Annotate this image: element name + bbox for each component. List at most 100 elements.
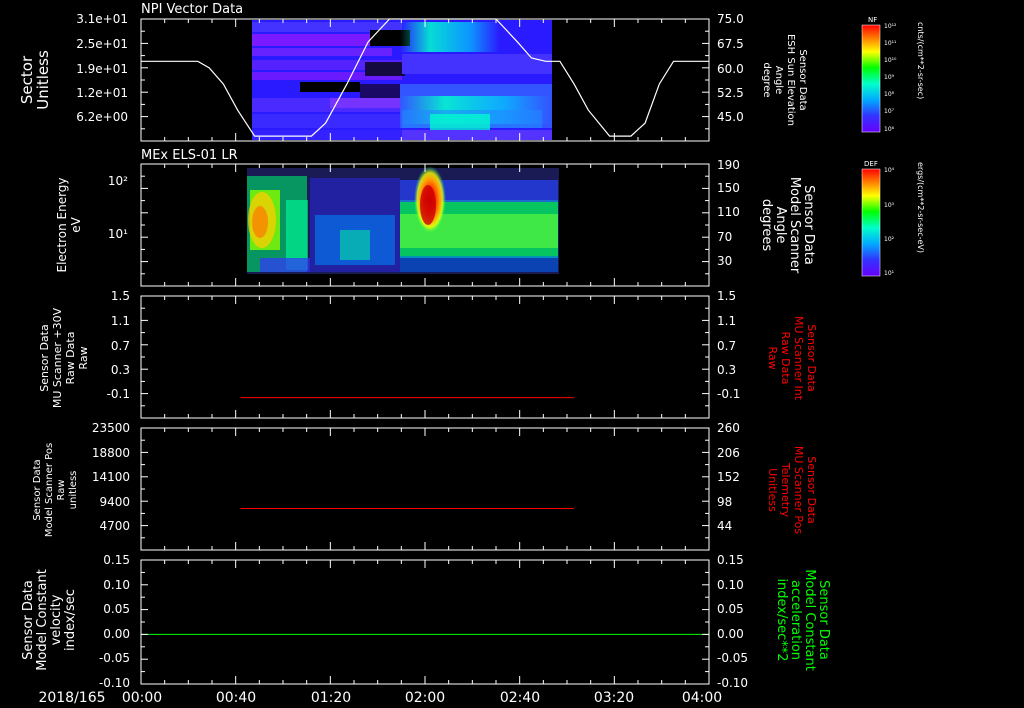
time-tick-label: 00:40 — [216, 690, 256, 706]
p5-y2label-line: acceleration — [788, 580, 803, 660]
panel-scanner-pos: 23500 18800 14100 9400 4700 260 206 152 … — [32, 421, 818, 551]
p4-ytick-label: 4700 — [99, 519, 130, 533]
p3-y2label-line: Raw — [766, 346, 779, 369]
colorbar-nf-label: 10⁷ — [884, 108, 895, 115]
p4-y2label-line: Sensor Data — [805, 456, 818, 523]
p4-ytick-label: 9400 — [99, 495, 130, 509]
p5-ytick-label: 0.10 — [103, 578, 130, 592]
npi-ytick-label: 6.2e+00 — [76, 110, 128, 124]
colorbar-def-label: 10² — [884, 236, 895, 243]
panel-scanner-pos-ticks — [140, 427, 710, 551]
npi-y2tick-label: 67.5 — [717, 37, 744, 51]
p5-y2tick-label: 0.05 — [717, 602, 744, 616]
npi-y2tick-label: 60.0 — [717, 62, 744, 76]
p4-ylabel-line: Sensor Data — [32, 459, 43, 520]
panel-npi-title: NPI Vector Data — [141, 2, 243, 17]
p5-ytick-label: -0.10 — [99, 676, 130, 690]
els-y2label-line: Angle — [773, 207, 788, 244]
p4-y2label-line: Telemetry — [779, 462, 792, 518]
panel-mu-30v: 1.5 1.1 0.7 0.3 -0.1 1.5 1.1 0.7 0.3 -0.… — [38, 289, 818, 419]
p4-ytick-label: 18800 — [92, 446, 130, 460]
p5-y2tick-label: -0.05 — [717, 651, 748, 665]
colorbar-nf-label: 10⁸ — [884, 91, 895, 98]
els-y2label: Sensor Data Model Scanner Angle degrees — [759, 177, 816, 274]
els-ylabel-line: Electron Energy — [55, 177, 69, 272]
time-tick-label: 03:20 — [594, 690, 634, 706]
panel-model-constant-frame — [140, 559, 710, 685]
p4-y2tick-label: 98 — [717, 495, 732, 509]
p5-y-tick-labels: 0.15 0.10 0.05 0.00 -0.05 -0.10 — [99, 553, 130, 690]
panel-mu-30v-frame — [140, 295, 710, 419]
p3-ytick-label: 0.3 — [111, 363, 130, 377]
els-y2label-line: degrees — [759, 199, 774, 252]
time-tick-label: 04:00 — [682, 690, 722, 706]
els-y2-tick-labels: 190 150 110 70 30 — [717, 158, 740, 268]
colorbar-def-scale — [861, 168, 881, 277]
p5-y2label: Sensor Data Model Constant acceleration … — [774, 569, 831, 671]
colorbar-def-label: 10¹ — [884, 270, 895, 277]
colorbar-nf-units: cnts/(cm**2-sr-sec) — [916, 22, 925, 99]
p4-y2label-line: MU Scanner Pos — [792, 446, 805, 535]
npi-ylabel-line: Unitless — [34, 50, 52, 110]
p4-y2tick-label: 260 — [717, 421, 740, 435]
panel-scanner-pos-frame — [140, 427, 710, 551]
colorbar-def-title: DEF — [864, 160, 878, 168]
p5-ytick-label: 0.05 — [103, 602, 130, 616]
p3-ylabel-line: Raw — [77, 346, 90, 369]
p4-ylabel: Sensor Data Model Scanner Pos Raw unitle… — [32, 443, 79, 537]
x-axis: 2018/165 00:00 00:40 01:20 02:00 02:40 0… — [38, 690, 722, 706]
npi-ylabel: Sector Unitless — [18, 50, 52, 110]
panel-model-constant-ticks — [140, 559, 710, 685]
npi-y2label-line: degree — [761, 62, 772, 97]
p4-y2label: Sensor Data MU Scanner Pos Telemetry Uni… — [766, 446, 818, 535]
npi-y2tick-label: 52.5 — [717, 86, 744, 100]
els-ytick-label: 10¹ — [108, 227, 128, 241]
els-y2tick-label: 190 — [717, 158, 740, 172]
p4-ytick-label: 14100 — [92, 470, 130, 484]
p3-ytick-label: 1.1 — [111, 314, 130, 328]
p3-y2tick-label: 0.3 — [717, 363, 736, 377]
npi-ytick-label: 2.5e+01 — [76, 37, 128, 51]
p5-y2-tick-labels: 0.15 0.10 0.05 0.00 -0.05 -0.10 — [717, 553, 748, 690]
colorbar-nf-scale — [861, 24, 881, 133]
colorbar-nf-label: 10¹² — [884, 23, 897, 30]
panel-els-title: MEx ELS-01 LR — [141, 148, 238, 163]
p3-y2tick-label: 1.5 — [717, 289, 736, 303]
p4-y2tick-label: 206 — [717, 446, 740, 460]
npi-y2label-line: Angle — [773, 66, 784, 94]
date-label: 2018/165 — [38, 690, 105, 706]
colorbar-nf-label: 10¹⁰ — [884, 57, 897, 64]
els-y2tick-label: 150 — [717, 181, 740, 195]
p3-ylabel-line: Raw Data — [64, 332, 77, 385]
p5-y2tick-label: 0.10 — [717, 578, 744, 592]
p5-y2tick-label: 0.15 — [717, 553, 744, 567]
npi-ytick-label: 1.9e+01 — [76, 62, 128, 76]
colorbar-def-labels: 10⁴ 10³ 10² 10¹ — [884, 167, 895, 277]
npi-spectrogram — [252, 20, 552, 140]
p4-ylabel-line: Model Scanner Pos — [44, 443, 55, 537]
colorbar-nf-label: 10⁹ — [884, 74, 895, 81]
p5-ytick-label: -0.05 — [99, 651, 130, 665]
p4-y2tick-label: 152 — [717, 470, 740, 484]
p3-ytick-label: -0.1 — [107, 387, 130, 401]
p4-y2-tick-labels: 260 206 152 98 44 — [717, 421, 740, 533]
npi-y2tick-label: 75.0 — [717, 12, 744, 26]
p4-ytick-label: 23500 — [92, 421, 130, 435]
time-tick-label: 01:20 — [311, 690, 351, 706]
p4-y2label-line: Unitless — [766, 468, 779, 512]
colorbar-def-label: 10³ — [884, 202, 895, 209]
colorbar-nf: NF 10¹² 10¹¹ 10¹⁰ 10⁹ 10⁸ 10⁷ 10⁶ cnts/(… — [861, 16, 925, 133]
p4-ylabel-line: Raw — [56, 479, 67, 500]
p5-y2tick-label: -0.10 — [717, 676, 748, 690]
time-tick-label: 02:40 — [500, 690, 540, 706]
p5-ylabel: Sensor Data Model Constant velocity inde… — [21, 569, 78, 671]
npi-ytick-label: 1.2e+01 — [76, 86, 128, 100]
colorbar-def: DEF 10⁴ 10³ 10² 10¹ ergs/(cm**2-sr-sec-e… — [861, 160, 925, 277]
p5-ylabel-line: velocity — [49, 594, 64, 645]
p5-ylabel-line: Model Constant — [35, 569, 50, 671]
p5-ylabel-line: index/sec — [63, 589, 78, 651]
p5-y2label-line: index/sec**2 — [774, 578, 789, 661]
npi-y2tick-label: 45.0 — [717, 110, 744, 124]
p4-y-tick-labels: 23500 18800 14100 9400 4700 — [92, 421, 130, 533]
colorbar-nf-label: 10¹¹ — [884, 40, 897, 47]
